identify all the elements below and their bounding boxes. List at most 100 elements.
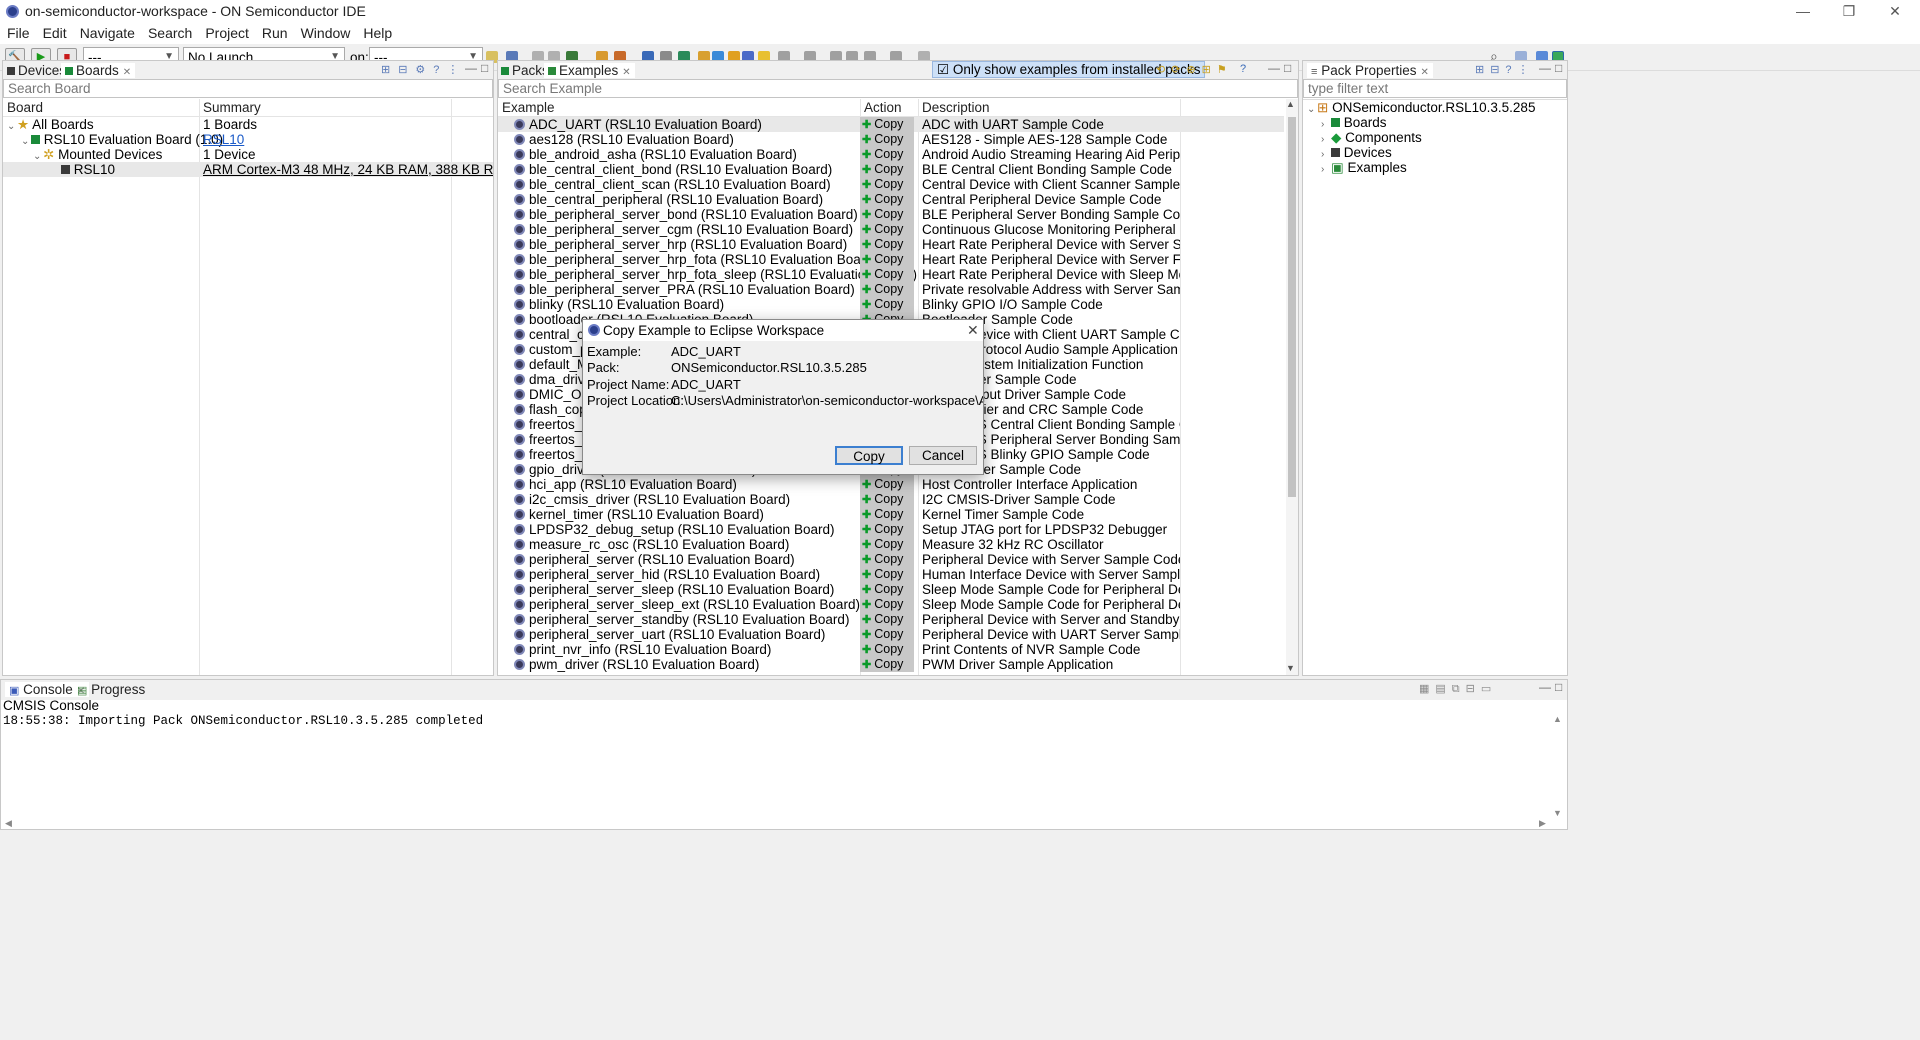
copy-example-button[interactable]: ✚Copy xyxy=(860,477,914,492)
expand-icon[interactable]: ⌄ xyxy=(21,134,31,147)
col-summary[interactable]: Summary xyxy=(203,100,261,115)
copy-example-button[interactable]: ✚Copy xyxy=(860,162,914,177)
minimize-view-icon[interactable]: — xyxy=(465,61,477,75)
scroll-up-icon[interactable]: ▲ xyxy=(1286,99,1295,109)
console-hscrollbar[interactable]: ◀ ▶ xyxy=(1,818,1553,830)
copy-example-button[interactable]: ✚Copy xyxy=(860,222,914,237)
example-row[interactable]: peripheral_server_uart (RSL10 Evaluation… xyxy=(498,627,1284,642)
example-row[interactable]: ble_peripheral_server_hrp (RSL10 Evaluat… xyxy=(498,237,1284,252)
board-link[interactable]: RSL10 xyxy=(203,132,244,147)
copy-example-button[interactable]: ✚Copy xyxy=(860,237,914,252)
example-row[interactable]: peripheral_server (RSL10 Evaluation Boar… xyxy=(498,552,1284,567)
scroll-down-icon[interactable]: ▼ xyxy=(1286,663,1295,673)
example-row[interactable]: aes128 (RSL10 Evaluation Board) ✚ Copy AES1… xyxy=(498,132,1284,147)
menu-file[interactable]: File xyxy=(0,23,36,41)
copy-example-button[interactable]: ✚Copy xyxy=(860,147,914,162)
scroll-thumb[interactable] xyxy=(1288,117,1296,497)
example-row[interactable]: blinky (RSL10 Evaluation Board) ✚ Copy Blin… xyxy=(498,297,1284,312)
example-row[interactable]: ble_android_asha (RSL10 Evaluation Board… xyxy=(498,147,1284,162)
copy-example-button[interactable]: ✚Copy xyxy=(860,177,914,192)
console-toolbar[interactable]: ▦▤⧉⊟▭ xyxy=(1419,682,1497,696)
close-icon[interactable]: ✕ xyxy=(123,67,131,78)
example-row[interactable]: ble_central_peripheral (RSL10 Evaluation… xyxy=(498,192,1284,207)
menu-search[interactable]: Search xyxy=(141,23,198,41)
example-row[interactable]: kernel_timer (RSL10 Evaluation Board) ✚ Co… xyxy=(498,507,1284,522)
tree-item-devices[interactable]: › Devices xyxy=(1321,145,1392,160)
example-row[interactable]: peripheral_server_hid (RSL10 Evaluation … xyxy=(498,567,1284,582)
copy-example-button[interactable]: ✚Copy xyxy=(860,132,914,147)
chevron-right-icon[interactable]: › xyxy=(1321,117,1331,130)
menu-project[interactable]: Project xyxy=(198,23,255,41)
copy-example-button[interactable]: ✚Copy xyxy=(860,282,914,297)
tree-root[interactable]: ⌄ ⊞ ONSemiconductor.RSL10.3.5.285 xyxy=(1307,100,1535,115)
copy-example-button[interactable]: ✚Copy xyxy=(860,207,914,222)
minimize-view-icon[interactable]: — xyxy=(1539,680,1551,694)
copy-button[interactable]: Copy xyxy=(835,446,903,465)
copy-example-button[interactable]: ✚Copy xyxy=(860,297,914,312)
example-row[interactable]: ble_peripheral_server_hrp_fota (RSL10 Ev… xyxy=(498,252,1284,267)
view-toolbar[interactable]: ⊞⊟⚙?⋮ xyxy=(381,63,466,76)
chevron-right-icon[interactable]: › xyxy=(1321,162,1331,175)
restore-button[interactable]: ❐ xyxy=(1826,0,1872,23)
board-row[interactable]: RSL10 ARM Cortex-M3 48 MHz, 24 KB RAM, 38… xyxy=(3,162,493,177)
copy-example-button[interactable]: ✚Copy xyxy=(860,642,914,657)
example-row[interactable]: ble_central_client_bond (RSL10 Evaluatio… xyxy=(498,162,1284,177)
copy-example-button[interactable]: ✚Copy xyxy=(860,117,914,132)
menu-run[interactable]: Run xyxy=(255,23,294,41)
example-row[interactable]: peripheral_server_standby (RSL10 Evaluat… xyxy=(498,612,1284,627)
tab-progress[interactable]: ▤ Progress xyxy=(77,682,145,697)
menu-navigate[interactable]: Navigate xyxy=(73,23,141,41)
menu-edit[interactable]: Edit xyxy=(36,23,73,41)
example-row[interactable]: print_nvr_info (RSL10 Evaluation Board) ✚… xyxy=(498,642,1284,657)
example-row[interactable]: i2c_cmsis_driver (RSL10 Evaluation Board… xyxy=(498,492,1284,507)
example-row[interactable]: LPDSP32_debug_setup (RSL10 Evaluation Bo… xyxy=(498,522,1284,537)
copy-example-button[interactable]: ✚Copy xyxy=(860,507,914,522)
tab-pack-properties[interactable]: ≡ Pack Properties ✕ xyxy=(1307,63,1433,78)
col-board[interactable]: Board xyxy=(7,100,43,115)
expand-icon[interactable]: ⌄ xyxy=(7,119,17,132)
board-row[interactable]: ⌄ ✲ Mounted Devices 1 Device xyxy=(33,147,493,162)
maximize-view-icon[interactable]: □ xyxy=(481,61,488,75)
copy-example-button[interactable]: ✚Copy xyxy=(860,267,914,282)
example-row[interactable]: ble_central_client_scan (RSL10 Evaluatio… xyxy=(498,177,1284,192)
copy-example-button[interactable]: ✚Copy xyxy=(860,522,914,537)
chevron-right-icon[interactable]: › xyxy=(1321,132,1331,145)
minimize-view-icon[interactable]: — xyxy=(1539,61,1551,75)
examples-scrollbar[interactable]: ▲ ▼ xyxy=(1286,99,1298,675)
copy-example-button[interactable]: ✚Copy xyxy=(860,252,914,267)
tab-devices[interactable]: Devices xyxy=(7,63,66,78)
copy-example-button[interactable]: ✚Copy xyxy=(860,582,914,597)
copy-example-button[interactable]: ✚Copy xyxy=(860,627,914,642)
example-row[interactable]: ble_peripheral_server_hrp_fota_sleep (RS… xyxy=(498,267,1284,282)
console-vscrollbar[interactable]: ▲ ▼ xyxy=(1553,714,1567,819)
copy-example-button[interactable]: ✚Copy xyxy=(860,567,914,582)
tab-boards[interactable]: Boards ✕ xyxy=(61,63,136,78)
close-button[interactable]: ✕ xyxy=(1872,0,1918,23)
view-toolbar[interactable]: ⊞⊟?⋮ xyxy=(1475,63,1535,76)
example-row[interactable]: ble_peripheral_server_PRA (RSL10 Evaluat… xyxy=(498,282,1284,297)
maximize-view-icon[interactable]: □ xyxy=(1284,61,1291,75)
properties-filter-input[interactable]: type filter text xyxy=(1303,79,1567,98)
example-row[interactable]: peripheral_server_sleep_ext (RSL10 Evalu… xyxy=(498,597,1284,612)
tree-item-components[interactable]: › ◆ Components xyxy=(1321,130,1422,145)
maximize-view-icon[interactable]: □ xyxy=(1555,61,1562,75)
tree-item-boards[interactable]: › Boards xyxy=(1321,115,1387,130)
board-search-input[interactable]: Search Board xyxy=(3,79,493,98)
chevron-right-icon[interactable]: › xyxy=(1321,147,1331,160)
example-row[interactable]: hci_app (RSL10 Evaluation Board) ✚ Copy Hos… xyxy=(498,477,1284,492)
copy-example-button[interactable]: ✚Copy xyxy=(860,492,914,507)
dialog-close-icon[interactable]: ✕ xyxy=(967,322,979,339)
example-row[interactable]: measure_rc_osc (RSL10 Evaluation Board) ✚… xyxy=(498,537,1284,552)
example-row[interactable]: ble_peripheral_server_bond (RSL10 Evalua… xyxy=(498,207,1284,222)
board-row[interactable]: ⌄ ★ All Boards 1 Boards xyxy=(7,117,487,132)
example-row[interactable]: pwm_driver (RSL10 Evaluation Board) ✚ Copy… xyxy=(498,657,1284,672)
copy-example-button[interactable]: ✚Copy xyxy=(860,192,914,207)
example-row[interactable]: peripheral_server_sleep (RSL10 Evaluatio… xyxy=(498,582,1284,597)
example-row[interactable]: ADC_UART (RSL10 Evaluation Board) ✚ Copy AD… xyxy=(498,117,1284,132)
cancel-button[interactable]: Cancel xyxy=(909,446,977,465)
copy-example-button[interactable]: ✚Copy xyxy=(860,597,914,612)
copy-example-button[interactable]: ✚Copy xyxy=(860,537,914,552)
copy-example-button[interactable]: ✚Copy xyxy=(860,657,914,672)
minimize-button[interactable]: — xyxy=(1780,0,1826,23)
menu-help[interactable]: Help xyxy=(356,23,398,41)
